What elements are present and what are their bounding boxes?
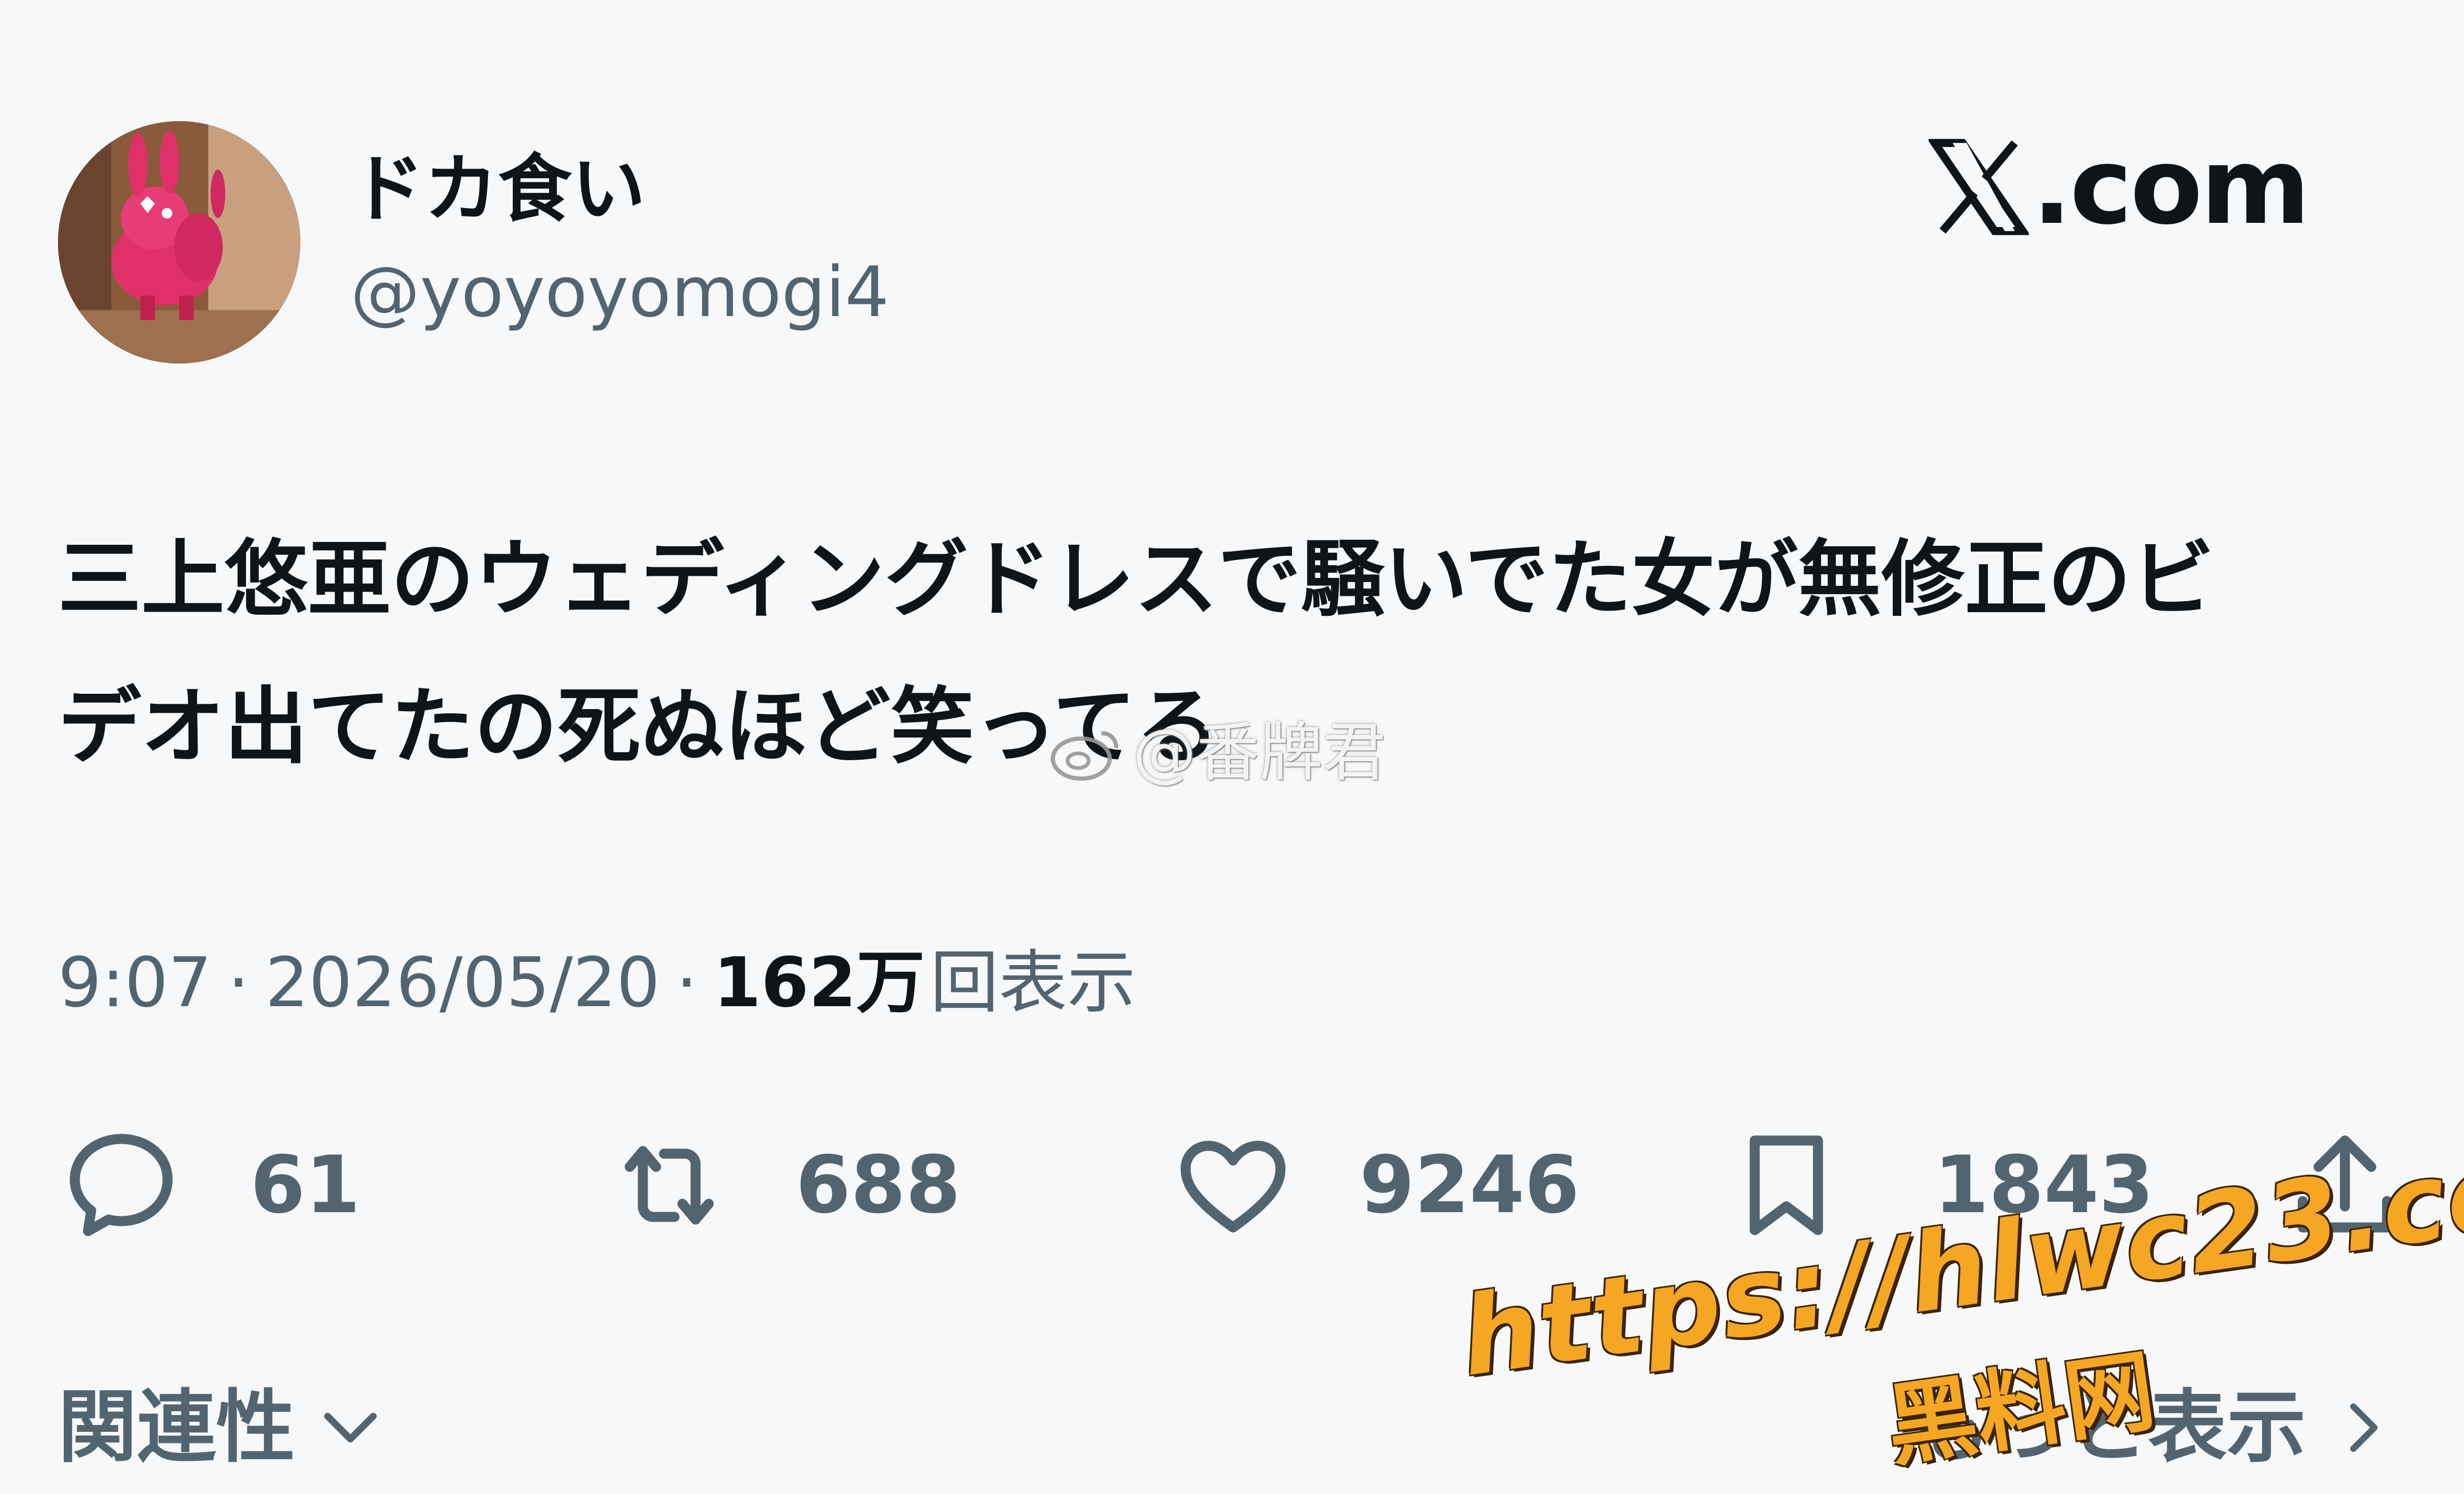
- meta-separator: ·: [676, 942, 698, 1023]
- weibo-watermark: @番牌君: [1049, 716, 1386, 790]
- avatar[interactable]: [58, 121, 300, 363]
- post-screenshot: ドカ食い @yoyoyomogi4 .com 三上悠亜のウェディングドレスで騒い…: [0, 0, 2464, 1494]
- chevron-right-icon: [2350, 1403, 2378, 1452]
- display-name[interactable]: ドカ食い: [350, 148, 646, 232]
- weibo-icon: [1051, 731, 1119, 781]
- weibo-watermark-text: @番牌君: [1133, 716, 1386, 790]
- post-meta: 9:07 · 2026/05/20 · 162万 回表示: [58, 943, 1136, 1022]
- brand-text: .com: [2032, 125, 2310, 248]
- heart-icon: [1180, 1141, 1286, 1233]
- post-time[interactable]: 9:07: [58, 943, 212, 1022]
- views-label: 回表示: [930, 942, 1136, 1023]
- reply-button[interactable]: 61: [58, 1122, 360, 1249]
- post-date[interactable]: 2026/05/20: [265, 943, 660, 1022]
- repost-button[interactable]: 688: [606, 1122, 961, 1249]
- repost-arrows-icon: [624, 1146, 714, 1225]
- chevron-down-icon: [324, 1412, 377, 1443]
- x-logo-icon: [1929, 139, 2029, 235]
- related-label: 関連性: [58, 1382, 296, 1473]
- speech-bubble-icon: [70, 1134, 173, 1236]
- user-handle[interactable]: @yoyoyomogi4: [350, 253, 889, 332]
- repost-count: 688: [796, 1139, 961, 1231]
- reply-count: 61: [250, 1139, 360, 1231]
- like-button[interactable]: 9246: [1170, 1122, 1579, 1249]
- avatar-image: [58, 121, 300, 363]
- meta-separator: ·: [227, 942, 250, 1023]
- related-sort-dropdown[interactable]: 関連性: [58, 1380, 385, 1475]
- views-count: 162万: [713, 942, 925, 1023]
- brand-mark: .com: [1929, 125, 2310, 248]
- like-count: 9246: [1360, 1139, 1580, 1231]
